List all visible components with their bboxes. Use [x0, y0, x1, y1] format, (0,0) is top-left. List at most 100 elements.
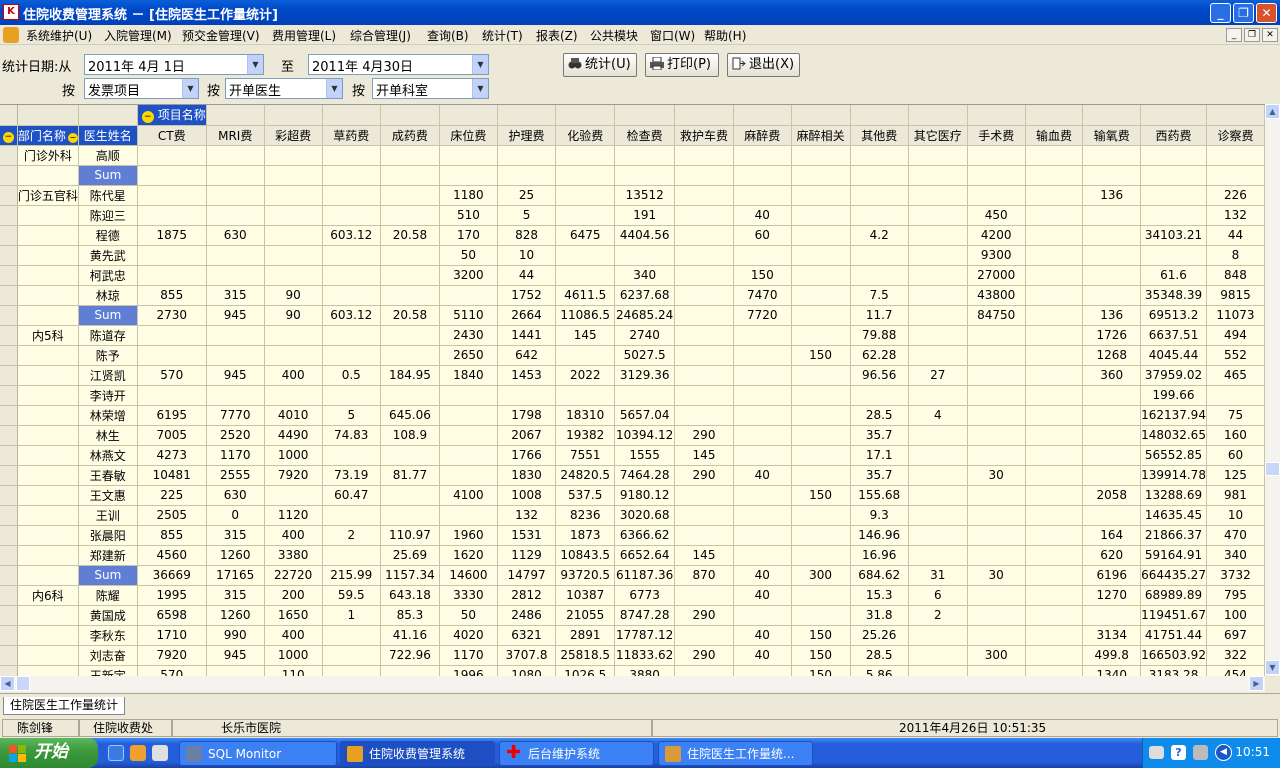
value-cell[interactable]	[791, 245, 851, 266]
value-cell[interactable]	[380, 205, 440, 226]
value-cell[interactable]	[791, 605, 851, 626]
row-selector-cell[interactable]	[0, 505, 18, 526]
value-cell[interactable]: 1157.34	[380, 565, 440, 586]
value-cell[interactable]: 8	[1206, 245, 1265, 266]
value-cell[interactable]: 290	[674, 605, 734, 626]
value-cell[interactable]: 27	[908, 365, 968, 386]
value-cell[interactable]: 855	[137, 525, 207, 546]
value-cell[interactable]: 0.5	[322, 365, 381, 386]
dropdown-arrow-icon[interactable]: ▼	[472, 79, 488, 98]
print-button[interactable]: 打印(P)	[645, 53, 719, 77]
taskbar-item-maintenance[interactable]: ✚ 后台维护系统	[499, 741, 654, 766]
value-cell[interactable]: 3200	[439, 265, 498, 286]
value-cell[interactable]: 184.95	[380, 365, 440, 386]
value-cell[interactable]	[1206, 385, 1265, 406]
collapse-icon[interactable]: −	[67, 132, 78, 143]
value-cell[interactable]	[264, 245, 323, 266]
row-selector-cell[interactable]	[0, 265, 18, 286]
value-cell[interactable]	[733, 445, 792, 466]
value-cell[interactable]	[908, 385, 968, 406]
value-cell[interactable]	[791, 305, 851, 326]
value-cell[interactable]: 1270	[1082, 585, 1142, 606]
value-cell[interactable]: 132	[1206, 205, 1265, 226]
date-to-picker[interactable]: 2011年 4月30日 ▼	[308, 54, 489, 75]
column-header[interactable]: 彩超费	[264, 125, 323, 146]
value-cell[interactable]: 24685.24	[614, 305, 676, 326]
value-cell[interactable]: 3380	[264, 545, 323, 566]
value-cell[interactable]	[380, 325, 440, 346]
value-cell[interactable]: 6196	[1082, 565, 1142, 586]
row-selector-cell[interactable]	[0, 425, 18, 446]
value-cell[interactable]: 2740	[614, 325, 676, 346]
menu-system[interactable]: 系统维护(U)	[26, 27, 92, 44]
value-cell[interactable]: 10	[1206, 505, 1265, 526]
value-cell[interactable]: 2520	[206, 425, 265, 446]
value-cell[interactable]: 322	[1206, 645, 1265, 666]
value-cell[interactable]	[674, 225, 734, 246]
value-cell[interactable]	[733, 345, 792, 366]
value-cell[interactable]	[791, 185, 851, 206]
value-cell[interactable]: 1531	[497, 525, 557, 546]
value-cell[interactable]: 155.68	[850, 485, 909, 506]
value-cell[interactable]: 1710	[137, 625, 207, 646]
value-cell[interactable]: 40	[733, 625, 792, 646]
network-icon[interactable]	[1193, 745, 1208, 760]
value-cell[interactable]: 150	[791, 485, 851, 506]
value-cell[interactable]: 3020.68	[614, 505, 676, 526]
pivot-field-header[interactable]: − 项目名称	[137, 105, 207, 126]
value-cell[interactable]: 60	[733, 225, 792, 246]
value-cell[interactable]	[967, 665, 1026, 676]
value-cell[interactable]	[1025, 185, 1084, 206]
doctor-name-cell[interactable]: 张晨阳	[78, 525, 138, 546]
column-header[interactable]: 成药费	[380, 125, 440, 146]
value-cell[interactable]	[791, 265, 851, 286]
value-cell[interactable]	[1082, 605, 1142, 626]
row-selector-cell[interactable]	[0, 545, 18, 566]
value-cell[interactable]	[850, 385, 909, 406]
value-cell[interactable]: 2664	[497, 305, 557, 326]
mdi-close-button[interactable]: ✕	[1262, 28, 1278, 42]
value-cell[interactable]	[733, 325, 792, 346]
value-cell[interactable]	[733, 385, 792, 406]
value-cell[interactable]	[555, 265, 616, 286]
value-cell[interactable]: 6773	[614, 585, 676, 606]
doctor-name-cell[interactable]: 林荣增	[78, 405, 138, 426]
value-cell[interactable]: 59164.91	[1140, 545, 1207, 566]
value-cell[interactable]: 1180	[439, 185, 498, 206]
value-cell[interactable]: 62.28	[850, 345, 909, 366]
value-cell[interactable]: 1170	[439, 645, 498, 666]
value-cell[interactable]: 9300	[967, 245, 1026, 266]
menu-window[interactable]: 窗口(W)	[650, 27, 695, 44]
doctor-field-header[interactable]: 医生姓名	[78, 125, 138, 146]
value-cell[interactable]	[1025, 465, 1084, 486]
value-cell[interactable]: 315	[206, 525, 265, 546]
value-cell[interactable]: 630	[206, 225, 265, 246]
value-cell[interactable]: 990	[206, 625, 265, 646]
value-cell[interactable]	[967, 525, 1026, 546]
tab-doctor-workload[interactable]: 住院医生工作量统计	[3, 697, 126, 715]
value-cell[interactable]: 795	[1206, 585, 1265, 606]
value-cell[interactable]	[614, 165, 676, 186]
value-cell[interactable]	[1025, 225, 1084, 246]
value-cell[interactable]: 1875	[137, 225, 207, 246]
value-cell[interactable]: 981	[1206, 485, 1265, 506]
value-cell[interactable]: 4010	[264, 405, 323, 426]
value-cell[interactable]: 1	[322, 605, 381, 626]
value-cell[interactable]: 1873	[555, 525, 616, 546]
value-cell[interactable]	[733, 505, 792, 526]
value-cell[interactable]: 1555	[614, 445, 676, 466]
value-cell[interactable]	[967, 505, 1026, 526]
value-cell[interactable]	[850, 245, 909, 266]
value-cell[interactable]	[791, 505, 851, 526]
value-cell[interactable]: 499.8	[1082, 645, 1142, 666]
value-cell[interactable]: 1996	[439, 665, 498, 676]
value-cell[interactable]: 4.2	[850, 225, 909, 246]
value-cell[interactable]	[791, 325, 851, 346]
row-selector-cell[interactable]	[0, 145, 18, 166]
value-cell[interactable]: 2058	[1082, 485, 1142, 506]
menu-fees[interactable]: 费用管理(L)	[272, 27, 336, 44]
value-cell[interactable]	[1025, 565, 1084, 586]
value-cell[interactable]	[908, 625, 968, 646]
value-cell[interactable]	[264, 345, 323, 366]
value-cell[interactable]: 360	[1082, 365, 1142, 386]
